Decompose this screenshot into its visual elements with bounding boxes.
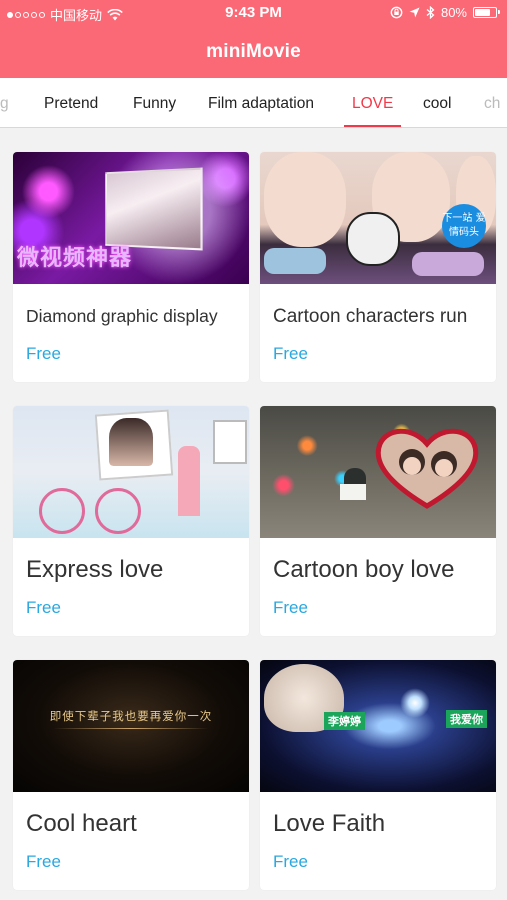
tab-partial-right[interactable]: ch — [484, 78, 500, 127]
card-price: Free — [273, 344, 308, 363]
card-thumbnail — [13, 406, 249, 538]
tab-love-label: LOVE — [352, 95, 394, 112]
card-title: Cartoon characters run — [273, 306, 468, 327]
app-title: miniMovie — [206, 41, 301, 62]
card-thumbnail: 李婷婷 我爱你 — [260, 660, 496, 792]
thumbnail-sign: 下一站 爱情码头 — [442, 204, 486, 248]
template-card[interactable]: Cartoon boy love Free — [260, 406, 496, 636]
battery-percent: 80% — [440, 5, 467, 20]
tab-pretend[interactable]: Pretend — [44, 78, 98, 127]
thumbnail-caption: 微视频神器 — [17, 246, 133, 271]
tab-love[interactable]: LOVE — [344, 78, 402, 127]
rotation-lock-icon — [390, 6, 403, 19]
card-price: Free — [26, 852, 61, 871]
card-price: Free — [26, 344, 61, 363]
card-title: Love Faith — [273, 810, 386, 837]
thumbnail-love-tag: 我爱你 — [446, 710, 487, 728]
card-title: Diamond graphic display — [26, 306, 218, 326]
battery-fill — [475, 9, 490, 16]
card-title: Express love — [26, 556, 164, 583]
bluetooth-icon — [426, 6, 435, 19]
thumbnail-caption: 即使下辈子我也要再爱你一次 — [49, 709, 213, 723]
card-thumbnail: 微视频神器 — [13, 152, 249, 284]
template-card[interactable]: 微视频神器 Diamond graphic display Free — [13, 152, 249, 382]
template-card[interactable]: Express love Free — [13, 406, 249, 636]
app-screen: 中国移动 9:43 PM 80% miniMovie g Pretend Fun… — [0, 0, 507, 900]
template-card[interactable]: 李婷婷 我爱你 Love Faith Free — [260, 660, 496, 890]
tab-partial-left[interactable]: g — [0, 78, 9, 127]
tab-funny[interactable]: Funny — [133, 78, 176, 127]
battery-icon — [473, 7, 500, 18]
category-tabs[interactable]: g Pretend Funny Film adaptation LOVE coo… — [0, 78, 507, 128]
template-card[interactable]: 即使下辈子我也要再爱你一次 Cool heart Free — [13, 660, 249, 890]
template-card[interactable]: 下一站 爱情码头 Cartoon characters run Free — [260, 152, 496, 382]
card-price: Free — [26, 598, 61, 617]
location-arrow-icon — [409, 7, 420, 18]
active-tab-indicator — [344, 124, 402, 127]
card-thumbnail: 下一站 爱情码头 — [260, 152, 496, 284]
card-price: Free — [273, 598, 308, 617]
thumbnail-name-tag: 李婷婷 — [324, 712, 365, 730]
status-right: 80% — [390, 5, 500, 20]
card-price: Free — [273, 852, 308, 871]
status-bar: 中国移动 9:43 PM 80% — [0, 0, 507, 28]
card-thumbnail: 即使下辈子我也要再爱你一次 — [13, 660, 249, 792]
photo-frame — [105, 167, 203, 251]
heart-frame — [375, 428, 479, 509]
card-title: Cartoon boy love — [273, 556, 455, 583]
card-title: Cool heart — [26, 810, 137, 837]
card-thumbnail — [260, 406, 496, 538]
app-header: 中国移动 9:43 PM 80% miniMovie — [0, 0, 507, 78]
tab-film-adaptation[interactable]: Film adaptation — [208, 78, 314, 127]
tab-cool[interactable]: cool — [423, 78, 451, 127]
